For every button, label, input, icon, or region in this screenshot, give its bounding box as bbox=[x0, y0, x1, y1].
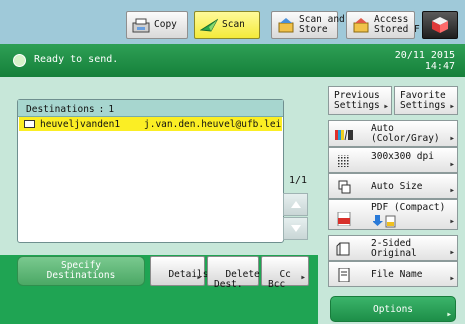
two-sided-original-label: 2-Sided Original bbox=[371, 238, 417, 259]
destination-row[interactable]: heuveljvanden1 j.van.den.heuvel@ufb.lei bbox=[19, 117, 282, 131]
color-mode-arrow-icon: ▶ bbox=[450, 135, 454, 142]
settings-cube-icon bbox=[432, 17, 448, 33]
resolution-label: 300x300 dpi bbox=[371, 151, 434, 162]
file-format-label: PDF (Compact) bbox=[371, 202, 446, 213]
arrow-down-icon bbox=[290, 225, 301, 232]
color-mode-button[interactable]: Auto (Color/Gray) ▶ bbox=[328, 120, 458, 147]
delete-destination-button[interactable]: Delete Dest. bbox=[207, 256, 260, 290]
page-indicator: 1/1 bbox=[289, 175, 308, 186]
options-button[interactable]: Options ▶ bbox=[330, 296, 456, 322]
details-button[interactable]: Details ▶ bbox=[150, 256, 209, 286]
favorite-settings-arrow-icon: ▶ bbox=[450, 103, 454, 110]
two-sided-icon bbox=[336, 242, 350, 256]
favorite-settings-button[interactable]: Favorite Settings ▶ bbox=[394, 86, 458, 115]
copy-icon bbox=[132, 18, 150, 33]
email-envelope-icon bbox=[24, 120, 35, 128]
scroll-up-button[interactable] bbox=[283, 193, 308, 216]
settings-menu-button[interactable] bbox=[422, 11, 458, 39]
previous-settings-button[interactable]: Previous Settings ▶ bbox=[328, 86, 392, 115]
access-stored-files-tab-button[interactable]: Access Stored F bbox=[346, 11, 420, 39]
destinations-header-label: Destinations bbox=[26, 104, 95, 115]
compact-pdf-icon bbox=[373, 215, 396, 228]
favorite-settings-label: Favorite Settings bbox=[400, 90, 446, 111]
pdf-file-icon bbox=[337, 212, 351, 226]
scan-send-icon bbox=[200, 18, 218, 32]
access-stored-files-label: Access Stored F bbox=[374, 14, 420, 35]
previous-settings-label: Previous Settings bbox=[334, 90, 380, 111]
options-arrow-icon: ▶ bbox=[447, 311, 451, 318]
destination-address: j.van.den.heuvel@ufb.lei bbox=[144, 118, 282, 130]
status-time: 14:47 bbox=[424, 61, 455, 72]
destinations-header-separator: : bbox=[98, 104, 105, 115]
scan-size-label: Auto Size bbox=[371, 181, 423, 192]
destinations-list: Destinations:1 heuveljvanden1 j.van.den.… bbox=[17, 99, 284, 243]
access-stored-icon bbox=[353, 18, 369, 33]
status-message: Ready to send. bbox=[34, 54, 119, 65]
details-arrow-icon: ▶ bbox=[197, 274, 201, 281]
scan-tab-button[interactable]: Scan bbox=[194, 11, 260, 39]
arrow-up-icon bbox=[290, 201, 301, 208]
scan-store-icon bbox=[278, 18, 294, 33]
scan-and-store-label: Scan and Store bbox=[299, 14, 345, 35]
file-format-arrow-icon: ▶ bbox=[450, 218, 454, 225]
cc-bcc-arrow-icon: ▶ bbox=[301, 274, 305, 281]
resolution-button[interactable]: 300x300 dpi ▶ bbox=[328, 147, 458, 173]
resolution-arrow-icon: ▶ bbox=[450, 161, 454, 168]
scan-size-button[interactable]: Auto Size ▶ bbox=[328, 173, 458, 199]
scroll-down-button[interactable] bbox=[283, 217, 308, 240]
destinations-header: Destinations:1 bbox=[18, 100, 283, 117]
color-gray-icon bbox=[335, 129, 353, 141]
scan-size-arrow-icon: ▶ bbox=[450, 187, 454, 194]
copy-tab-label: Copy bbox=[154, 19, 177, 30]
ready-status-icon bbox=[13, 54, 26, 67]
options-label: Options bbox=[372, 304, 414, 315]
specify-destinations-button[interactable]: Specify Destinations bbox=[17, 256, 145, 286]
resolution-dots-icon bbox=[338, 155, 350, 167]
scan-and-store-tab-button[interactable]: Scan and Store bbox=[271, 11, 345, 39]
previous-settings-arrow-icon: ▶ bbox=[384, 103, 388, 110]
cc-bcc-button[interactable]: Cc Bcc ▶ bbox=[261, 256, 309, 290]
copy-tab-button[interactable]: Copy bbox=[126, 11, 188, 39]
file-name-arrow-icon: ▶ bbox=[450, 275, 454, 282]
file-format-button[interactable]: PDF (Compact) ▶ bbox=[328, 199, 458, 230]
scan-size-icon bbox=[338, 180, 351, 194]
scan-tab-label: Scan bbox=[222, 19, 245, 30]
status-datetime: 20/11 2015 14:47 bbox=[395, 50, 455, 72]
file-name-icon bbox=[338, 268, 350, 282]
top-function-bar: Copy Scan Scan and Store Access Stored F bbox=[0, 0, 465, 44]
two-sided-arrow-icon: ▶ bbox=[450, 249, 454, 256]
file-name-label: File Name bbox=[371, 269, 423, 280]
destination-name: heuveljvanden1 bbox=[40, 118, 121, 130]
color-mode-label: Auto (Color/Gray) bbox=[371, 123, 440, 144]
status-bar: Ready to send. 20/11 2015 14:47 bbox=[0, 44, 465, 77]
details-label: Details bbox=[168, 269, 209, 280]
destinations-count: 1 bbox=[108, 104, 115, 115]
file-name-button[interactable]: File Name ▶ bbox=[328, 261, 458, 287]
two-sided-original-button[interactable]: 2-Sided Original ▶ bbox=[328, 235, 458, 261]
status-date: 20/11 2015 bbox=[394, 50, 455, 61]
